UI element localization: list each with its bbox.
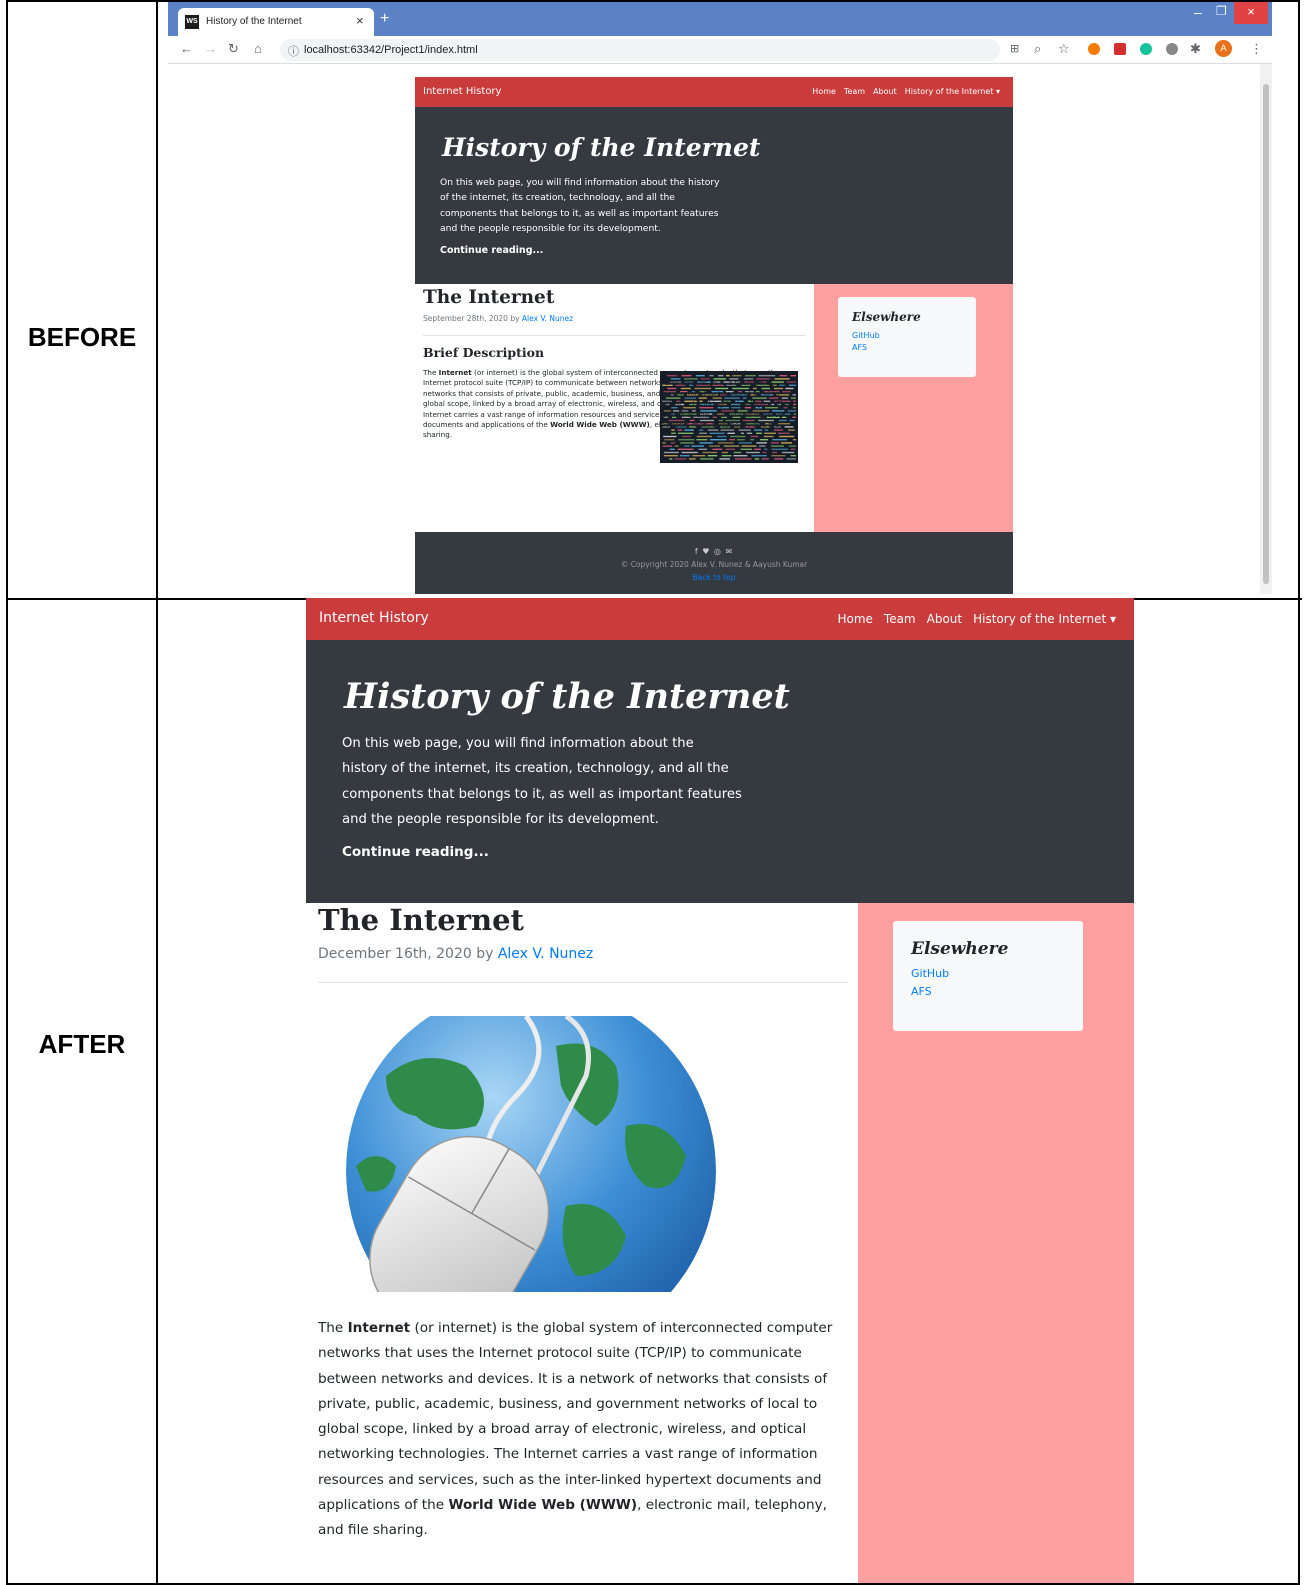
- grammarly-icon[interactable]: [1140, 43, 1152, 55]
- home-icon[interactable]: ⌂: [254, 42, 262, 56]
- author-link[interactable]: Alex V. Nunez: [522, 314, 573, 323]
- author-link[interactable]: Alex V. Nunez: [498, 946, 593, 962]
- brief-description-heading: Brief Description: [423, 345, 545, 360]
- body-bold-internet: Internet: [438, 368, 472, 377]
- nav-home[interactable]: Home: [837, 612, 872, 626]
- navbar: Internet History Home Team About History…: [306, 598, 1134, 640]
- github-link[interactable]: GitHub: [911, 967, 949, 980]
- elsewhere-title: Elsewhere: [852, 310, 921, 324]
- webstorm-favicon-icon: WS: [185, 15, 199, 29]
- window-restore-icon[interactable]: ❐: [1216, 4, 1227, 18]
- copyright-text: © Copyright 2020 Alex V. Nunez & Aayush …: [620, 560, 808, 569]
- extension-red-icon[interactable]: [1114, 43, 1126, 55]
- extension-bug-icon[interactable]: [1166, 43, 1178, 55]
- browser-window: WS History of the Internet × + – ❐ × ← →…: [168, 2, 1272, 594]
- post-by: by: [507, 314, 522, 323]
- menu-kebab-icon[interactable]: ⋮: [1250, 42, 1263, 56]
- scrollbar-thumb[interactable]: [1263, 84, 1269, 584]
- post-title: The Internet: [318, 903, 524, 937]
- body-bold-www: World Wide Web (WWW): [448, 1497, 638, 1514]
- post-meta: September 28th, 2020 by Alex V. Nunez: [423, 314, 573, 323]
- tab-bar: WS History of the Internet × + – ❐ ×: [168, 2, 1272, 36]
- nav-home[interactable]: Home: [812, 87, 836, 96]
- hero-title: History of the Internet: [442, 133, 761, 162]
- elsewhere-card: Elsewhere GitHub AFS: [893, 921, 1083, 1031]
- nav-menu: Home Team About History of the Internet …: [837, 612, 1116, 626]
- footer: f ♥ ◎ ✉ © Copyright 2020 Alex V. Nunez &…: [415, 532, 1013, 594]
- url-text: localhost:63342/Project1/index.html: [304, 44, 478, 56]
- hero-jumbotron: History of the Internet On this web page…: [306, 640, 1134, 903]
- afs-link[interactable]: AFS: [852, 343, 867, 352]
- zoom-icon[interactable]: ⌕: [1034, 42, 1041, 56]
- body-bold-internet: Internet: [347, 1320, 411, 1336]
- bookmark-star-icon[interactable]: ☆: [1058, 42, 1070, 56]
- extension-fire-icon[interactable]: [1088, 43, 1100, 55]
- before-label: BEFORE: [27, 322, 137, 352]
- website-before: Internet History Home Team About History…: [415, 77, 1013, 594]
- body-text-1: The: [318, 1320, 348, 1336]
- sidebar: Elsewhere GitHub AFS: [814, 284, 1013, 532]
- post-body: The Internet (or internet) is the global…: [423, 368, 803, 441]
- navbar: Internet History Home Team About History…: [415, 77, 1013, 107]
- window-minimize-icon[interactable]: –: [1194, 4, 1202, 20]
- elsewhere-title: Elsewhere: [911, 939, 1009, 959]
- site-info-icon[interactable]: ⓘ: [288, 43, 299, 59]
- navbar-brand[interactable]: Internet History: [423, 86, 501, 97]
- translate-icon[interactable]: ⊞: [1010, 42, 1019, 56]
- profile-avatar[interactable]: A: [1215, 40, 1232, 57]
- browser-tab[interactable]: WS History of the Internet ×: [178, 8, 374, 36]
- elsewhere-card: Elsewhere GitHub AFS: [838, 297, 976, 377]
- website-after: Internet History Home Team About History…: [306, 598, 1134, 1583]
- nav-history-dropdown[interactable]: History of the Internet ▾: [973, 612, 1116, 626]
- post-by: by: [471, 946, 498, 962]
- body-bold-www: World Wide Web (WWW): [550, 420, 650, 430]
- hero-text: On this web page, you will find informat…: [342, 736, 742, 827]
- extensions-puzzle-icon[interactable]: ✱: [1190, 42, 1201, 56]
- navbar-brand[interactable]: Internet History: [319, 610, 429, 626]
- globe-mouse-image: [346, 1016, 716, 1292]
- sidebar: Elsewhere GitHub AFS: [858, 903, 1134, 1583]
- page-viewport: Internet History Home Team About History…: [168, 64, 1260, 594]
- post-date: September 28th, 2020: [423, 314, 508, 323]
- body-text-1: The: [423, 368, 439, 377]
- reload-icon[interactable]: ↻: [228, 42, 239, 56]
- browser-toolbar: ← → ↻ ⌂ ⓘ localhost:63342/Project1/index…: [168, 36, 1272, 64]
- divider: [318, 982, 848, 983]
- nav-about[interactable]: About: [927, 612, 962, 626]
- nav-team[interactable]: Team: [884, 612, 916, 626]
- address-bar[interactable]: ⓘ localhost:63342/Project1/index.html: [280, 39, 1000, 61]
- continue-reading-link[interactable]: Continue reading...: [440, 245, 543, 256]
- table-divider-vertical: [156, 2, 158, 1585]
- divider: [423, 335, 805, 336]
- post-body: The Internet (or internet) is the global…: [318, 1316, 848, 1544]
- hero-title: History of the Internet: [344, 676, 790, 717]
- scrollbar[interactable]: [1260, 64, 1272, 594]
- hero-text: On this web page, you will find informat…: [440, 177, 720, 234]
- nav-menu: Home Team About History of the Internet …: [812, 87, 1000, 96]
- continue-reading-link[interactable]: Continue reading...: [342, 844, 489, 860]
- after-label: AFTER: [38, 1029, 126, 1059]
- forward-arrow-icon[interactable]: →: [204, 42, 217, 56]
- new-tab-icon[interactable]: +: [380, 10, 389, 28]
- nav-history-dropdown[interactable]: History of the Internet ▾: [905, 87, 1000, 96]
- github-link[interactable]: GitHub: [852, 331, 880, 340]
- nav-team[interactable]: Team: [844, 87, 865, 96]
- post-title: The Internet: [423, 287, 555, 308]
- post-meta: December 16th, 2020 by Alex V. Nunez: [318, 946, 593, 962]
- tab-close-icon[interactable]: ×: [356, 13, 364, 28]
- window-close-icon[interactable]: ×: [1234, 2, 1268, 24]
- afs-link[interactable]: AFS: [911, 985, 932, 998]
- back-to-top-link[interactable]: Back to top: [415, 573, 1013, 582]
- body-text-2: (or internet) is the global system of in…: [318, 1320, 833, 1514]
- social-icons[interactable]: f ♥ ◎ ✉: [415, 547, 1013, 556]
- tab-title: History of the Internet: [206, 16, 302, 27]
- nav-about[interactable]: About: [873, 87, 897, 96]
- back-arrow-icon[interactable]: ←: [180, 42, 193, 56]
- post-date: December 16th, 2020: [318, 946, 472, 962]
- hero-jumbotron: History of the Internet On this web page…: [415, 107, 1013, 284]
